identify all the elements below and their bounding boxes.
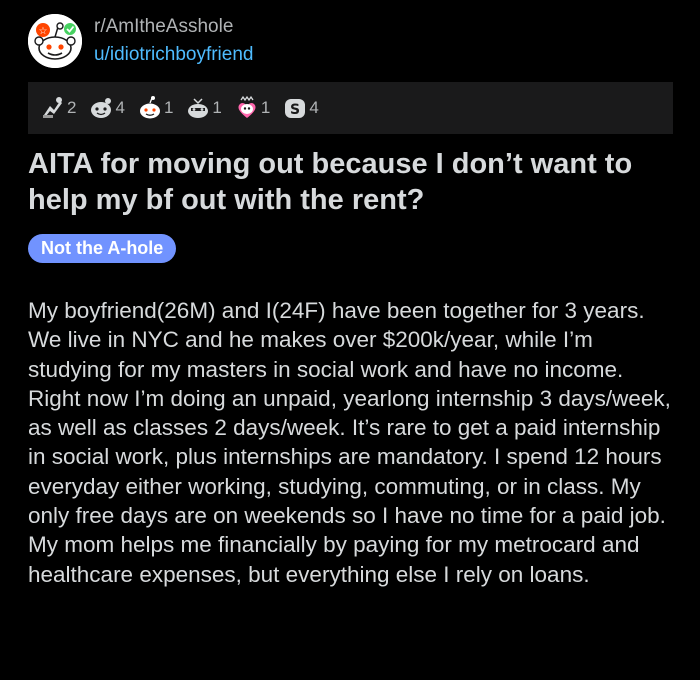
- subreddit-name[interactable]: r/AmItheAsshole: [94, 16, 253, 38]
- snoo-avatar-icon: ☆: [28, 14, 82, 68]
- wholesome-award-icon: [88, 95, 114, 121]
- silver-award-icon: [137, 95, 163, 121]
- subreddit-avatar[interactable]: ☆: [28, 14, 82, 68]
- svg-text:S: S: [290, 102, 300, 118]
- post-flair[interactable]: Not the A-hole: [28, 234, 177, 263]
- award-heartwarming: 1: [234, 95, 270, 121]
- award-count: 4: [115, 98, 125, 117]
- author-username[interactable]: u/idiotrichboyfriend: [94, 44, 253, 66]
- svg-text:☆: ☆: [39, 26, 48, 37]
- award-count: 1: [212, 98, 222, 117]
- post-title[interactable]: AITA for moving out because I don’t want…: [28, 146, 678, 218]
- award-count: 4: [309, 98, 319, 117]
- award-count: 2: [67, 98, 77, 117]
- snoo-party-award-icon: [185, 95, 211, 121]
- money-award-icon: S: [282, 95, 308, 121]
- helpful-award-icon: [40, 95, 66, 121]
- award-count: 1: [163, 98, 174, 117]
- post-header: ☆ r/AmItheAsshole u/idiotrichboyfriend: [28, 14, 253, 68]
- award-helpful: 2: [40, 95, 76, 121]
- post-body: My boyfriend(26M) and I(24F) have been t…: [28, 298, 671, 587]
- award-count: 1: [260, 98, 271, 117]
- award-money: S 4: [282, 95, 319, 121]
- award-silver: 1: [137, 95, 173, 121]
- award-wholesome: 4: [88, 95, 125, 121]
- heartwarming-award-icon: [234, 95, 260, 121]
- post-meta: r/AmItheAsshole u/idiotrichboyfriend: [94, 16, 253, 66]
- award-snoo-party: 1: [185, 95, 222, 121]
- awards-bar[interactable]: 2 4 1 1 1 S 4: [28, 82, 673, 134]
